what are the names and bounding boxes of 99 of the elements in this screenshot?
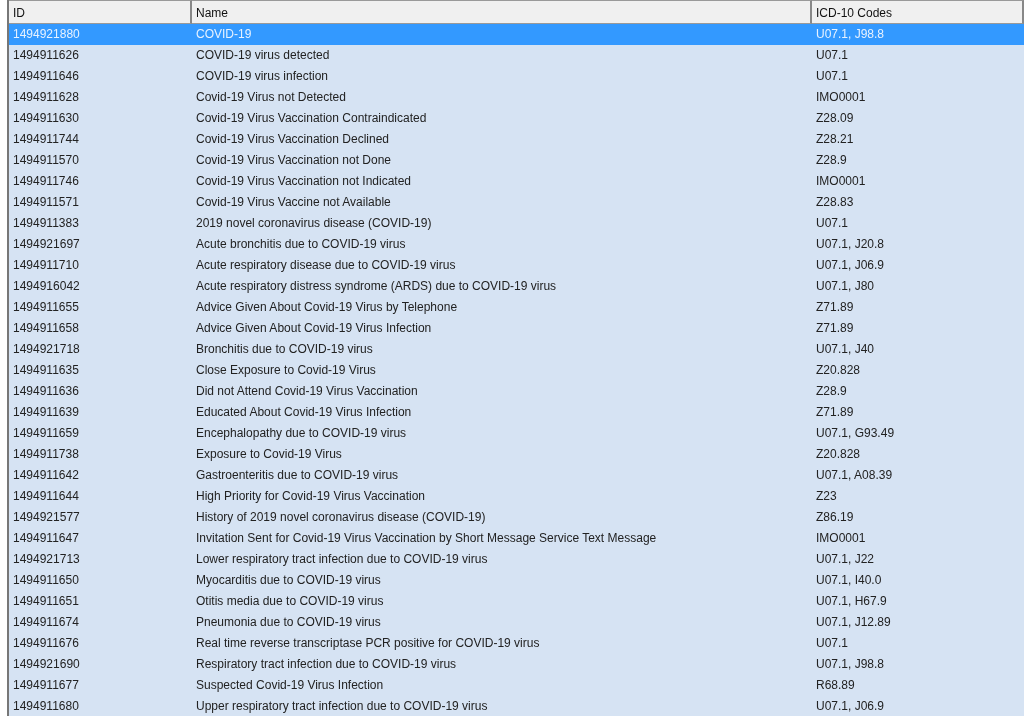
code-cell[interactable]: U07.1	[812, 213, 1024, 234]
name-cell[interactable]: Upper respiratory tract infection due to COVID-19 virus	[192, 696, 812, 716]
code-cell[interactable]: U07.1, J98.8	[812, 654, 1024, 675]
id-cell[interactable]: 1494911680	[9, 696, 192, 716]
column-header[interactable]: Name	[192, 0, 812, 24]
code-cell[interactable]: Z28.21	[812, 129, 1024, 150]
id-cell[interactable]: 1494911650	[9, 570, 192, 591]
id-cell[interactable]: 1494921690	[9, 654, 192, 675]
code-cell[interactable]: IMO0001	[812, 87, 1024, 108]
code-cell[interactable]: IMO0001	[812, 528, 1024, 549]
code-cell[interactable]: Z20.828	[812, 360, 1024, 381]
name-cell[interactable]: Close Exposure to Covid-19 Virus	[192, 360, 812, 381]
id-cell[interactable]: 1494921697	[9, 234, 192, 255]
id-cell[interactable]: 1494911646	[9, 66, 192, 87]
id-cell[interactable]: 1494911644	[9, 486, 192, 507]
id-cell[interactable]: 1494911658	[9, 318, 192, 339]
id-cell[interactable]: 1494911630	[9, 108, 192, 129]
code-cell[interactable]: Z28.9	[812, 150, 1024, 171]
column-header[interactable]: ICD-10 Codes	[812, 0, 1024, 24]
name-cell[interactable]: COVID-19 virus infection	[192, 66, 812, 87]
name-cell[interactable]: Acute bronchitis due to COVID-19 virus	[192, 234, 812, 255]
name-cell[interactable]: COVID-19 virus detected	[192, 45, 812, 66]
name-cell[interactable]: Lower respiratory tract infection due to COVID-19 virus	[192, 549, 812, 570]
name-cell[interactable]: Myocarditis due to COVID-19 virus	[192, 570, 812, 591]
code-cell[interactable]: R68.89	[812, 675, 1024, 696]
code-cell[interactable]: U07.1	[812, 66, 1024, 87]
code-cell[interactable]: Z71.89	[812, 402, 1024, 423]
name-cell[interactable]: Bronchitis due to COVID-19 virus	[192, 339, 812, 360]
id-cell[interactable]: 1494911746	[9, 171, 192, 192]
id-cell[interactable]: 1494911626	[9, 45, 192, 66]
name-cell[interactable]: Advice Given About Covid-19 Virus Infection	[192, 318, 812, 339]
name-cell[interactable]: History of 2019 novel coronavirus disease (COVID-19)	[192, 507, 812, 528]
name-cell[interactable]: Suspected Covid-19 Virus Infection	[192, 675, 812, 696]
name-cell[interactable]: Gastroenteritis due to COVID-19 virus	[192, 465, 812, 486]
code-cell[interactable]: U07.1, J80	[812, 276, 1024, 297]
code-cell[interactable]: U07.1, J40	[812, 339, 1024, 360]
name-cell[interactable]: Encephalopathy due to COVID-19 virus	[192, 423, 812, 444]
id-cell[interactable]: 1494911738	[9, 444, 192, 465]
code-cell[interactable]: Z71.89	[812, 297, 1024, 318]
code-cell[interactable]: Z28.09	[812, 108, 1024, 129]
id-cell[interactable]: 1494911651	[9, 591, 192, 612]
id-cell[interactable]: 1494911674	[9, 612, 192, 633]
id-cell[interactable]: 1494911383	[9, 213, 192, 234]
name-cell[interactable]: Pneumonia due to COVID-19 virus	[192, 612, 812, 633]
code-cell[interactable]: U07.1, G93.49	[812, 423, 1024, 444]
id-cell[interactable]: 1494911655	[9, 297, 192, 318]
code-cell[interactable]: U07.1, J22	[812, 549, 1024, 570]
id-cell[interactable]: 1494911570	[9, 150, 192, 171]
name-cell[interactable]: Covid-19 Virus Vaccination not Indicated	[192, 171, 812, 192]
id-cell[interactable]: 1494911636	[9, 381, 192, 402]
code-cell[interactable]: Z28.9	[812, 381, 1024, 402]
code-cell[interactable]: U07.1, J06.9	[812, 255, 1024, 276]
name-cell[interactable]: Covid-19 Virus not Detected	[192, 87, 812, 108]
id-cell[interactable]: 1494911659	[9, 423, 192, 444]
code-cell[interactable]: Z23	[812, 486, 1024, 507]
id-cell[interactable]: 1494921577	[9, 507, 192, 528]
name-cell[interactable]: Acute respiratory distress syndrome (ARDS) due to COVID-19 virus	[192, 276, 812, 297]
name-cell[interactable]: Covid-19 Virus Vaccination Declined	[192, 129, 812, 150]
id-cell[interactable]: 1494911647	[9, 528, 192, 549]
name-cell[interactable]: Otitis media due to COVID-19 virus	[192, 591, 812, 612]
name-cell[interactable]: High Priority for Covid-19 Virus Vaccination	[192, 486, 812, 507]
column-header[interactable]: ID	[9, 0, 192, 24]
code-cell[interactable]: U07.1, J06.9	[812, 696, 1024, 716]
id-cell[interactable]: 1494911642	[9, 465, 192, 486]
name-cell[interactable]: Covid-19 Virus Vaccination Contraindicated	[192, 108, 812, 129]
name-cell[interactable]: 2019 novel coronavirus disease (COVID-19)	[192, 213, 812, 234]
id-cell[interactable]: 1494921718	[9, 339, 192, 360]
id-cell[interactable]: 1494911635	[9, 360, 192, 381]
code-cell[interactable]: U07.1	[812, 45, 1024, 66]
code-cell[interactable]: IMO0001	[812, 171, 1024, 192]
code-cell[interactable]: U07.1, A08.39	[812, 465, 1024, 486]
name-cell[interactable]: Real time reverse transcriptase PCR positive for COVID-19 virus	[192, 633, 812, 654]
name-cell[interactable]: Educated About Covid-19 Virus Infection	[192, 402, 812, 423]
name-cell[interactable]: Did not Attend Covid-19 Virus Vaccination	[192, 381, 812, 402]
name-cell[interactable]: Respiratory tract infection due to COVID-19 virus	[192, 654, 812, 675]
name-cell[interactable]: Acute respiratory disease due to COVID-19 virus	[192, 255, 812, 276]
code-cell[interactable]: Z20.828	[812, 444, 1024, 465]
id-cell[interactable]: 1494911676	[9, 633, 192, 654]
code-cell[interactable]: U07.1	[812, 633, 1024, 654]
name-cell[interactable]: Covid-19 Virus Vaccine not Available	[192, 192, 812, 213]
name-cell[interactable]: Covid-19 Virus Vaccination not Done	[192, 150, 812, 171]
code-cell[interactable]: U07.1, J12.89	[812, 612, 1024, 633]
id-cell[interactable]: 1494921713	[9, 549, 192, 570]
code-cell[interactable]: Z71.89	[812, 318, 1024, 339]
id-cell[interactable]: 1494911710	[9, 255, 192, 276]
code-cell[interactable]: U07.1, I40.0	[812, 570, 1024, 591]
code-cell[interactable]: Z86.19	[812, 507, 1024, 528]
name-cell[interactable]: Advice Given About Covid-19 Virus by Telephone	[192, 297, 812, 318]
id-cell[interactable]: 1494911628	[9, 87, 192, 108]
id-cell[interactable]: 1494916042	[9, 276, 192, 297]
name-cell[interactable]: Invitation Sent for Covid-19 Virus Vaccination by Short Message Service Text Message	[192, 528, 812, 549]
name-cell[interactable]: Exposure to Covid-19 Virus	[192, 444, 812, 465]
code-cell[interactable]: U07.1, H67.9	[812, 591, 1024, 612]
code-cell[interactable]: U07.1, J20.8	[812, 234, 1024, 255]
id-cell[interactable]: 1494911571	[9, 192, 192, 213]
id-cell[interactable]: 1494911677	[9, 675, 192, 696]
id-cell[interactable]: 1494911639	[9, 402, 192, 423]
code-cell[interactable]: Z28.83	[812, 192, 1024, 213]
id-cell[interactable]: 1494911744	[9, 129, 192, 150]
